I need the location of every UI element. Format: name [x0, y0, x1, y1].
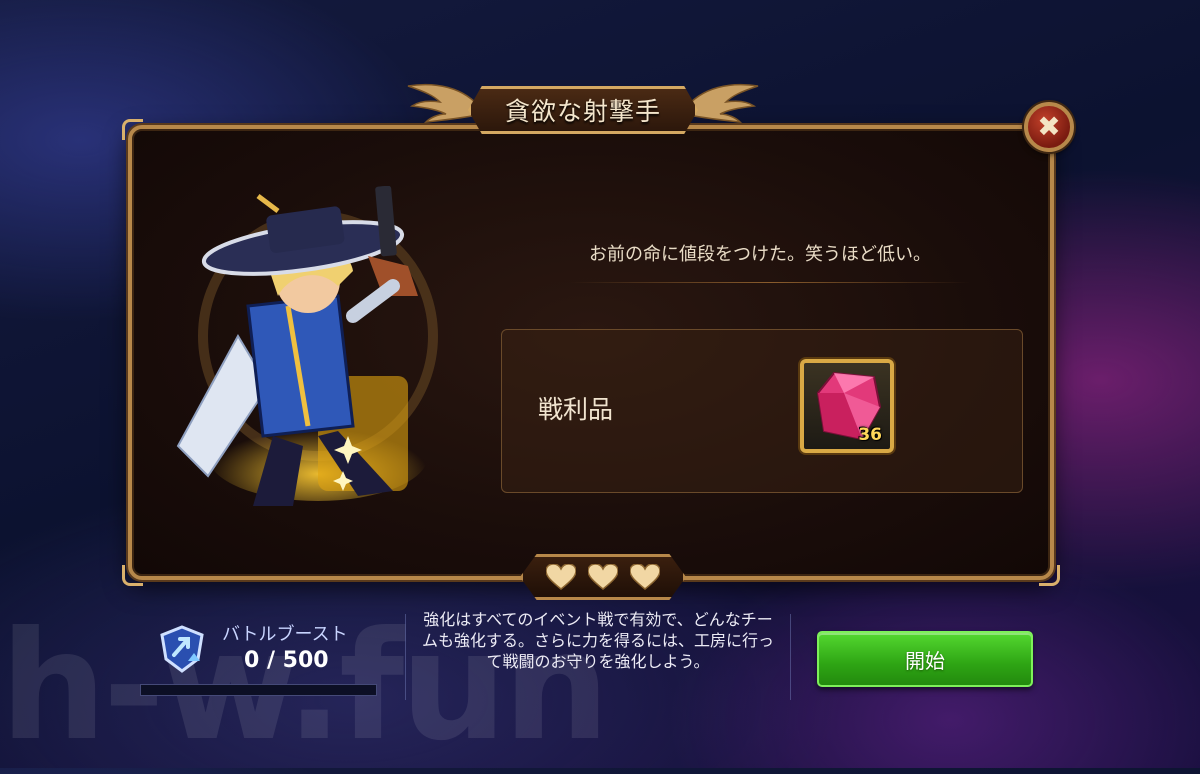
battle-boost-value: 0 / 500	[244, 648, 329, 673]
heart-icon	[630, 564, 660, 590]
gunslinger-hero-portrait	[176, 186, 438, 506]
close-button[interactable]: ✖	[1024, 102, 1074, 152]
loot-item-slot[interactable]: 36	[800, 359, 894, 453]
battle-boost-label: バトルブースト	[222, 624, 348, 645]
heart-icon	[588, 564, 618, 590]
hearts-plate	[520, 554, 686, 600]
frame-corner	[1039, 565, 1060, 586]
close-icon: ✖	[1037, 110, 1061, 143]
wing-ornament-right	[683, 83, 759, 123]
title-banner: 貪欲な射撃手	[398, 74, 768, 144]
quote-divider	[570, 282, 970, 283]
hero-quote: お前の命に値段をつけた。笑うほど低い。	[589, 244, 931, 265]
battle-boost-progress	[140, 684, 377, 696]
title-plate: 貪欲な射撃手	[468, 86, 698, 134]
frame-corner	[122, 565, 143, 586]
footer-divider	[790, 614, 791, 700]
heart-icon	[546, 564, 576, 590]
boost-info-text: 強化はすべてのイベント戦で有効で、どんなチームも強化する。さらに力を得るには、工…	[421, 610, 774, 671]
battle-boost-icon	[160, 625, 204, 673]
item-count: 36	[858, 425, 882, 445]
frame-corner	[122, 119, 143, 140]
dialog-title: 貪欲な射撃手	[504, 97, 661, 126]
footer-divider	[405, 614, 406, 700]
loot-label: 戦利品	[538, 395, 614, 424]
wing-ornament-left	[407, 83, 483, 123]
start-button[interactable]: 開始	[817, 631, 1033, 687]
